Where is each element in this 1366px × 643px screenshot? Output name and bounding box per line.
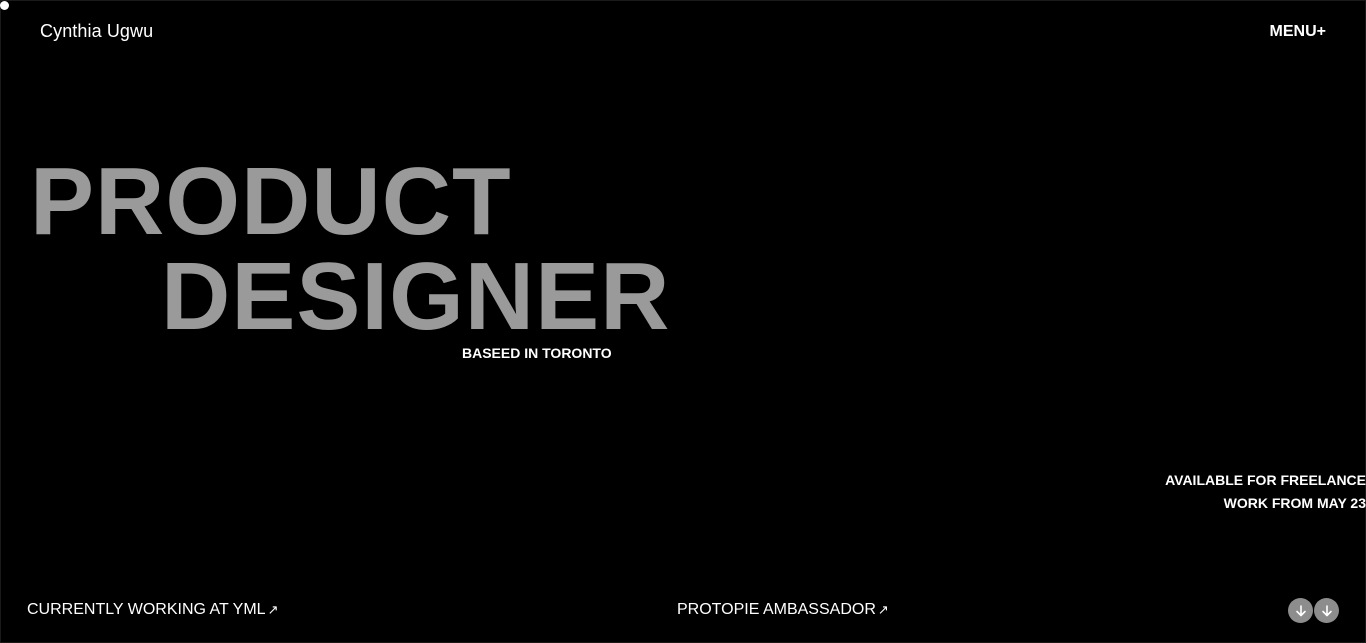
- protopie-ambassador-label: PROTOPIE AMBASSADOR: [677, 601, 876, 618]
- availability-line-2: WORK FROM MAY 23: [1223, 495, 1366, 511]
- hero-title-line-1: PRODUCT: [30, 148, 512, 255]
- availability-line-1: AVAILABLE FOR FREELANCE: [1165, 472, 1366, 488]
- arrow-up-right-icon: ↗: [877, 602, 889, 617]
- current-work-label: CURRENTLY WORKING AT YML: [27, 601, 266, 618]
- arrow-up-right-icon: ↗: [267, 602, 279, 617]
- cursor-dot: [0, 1, 9, 10]
- current-work-link[interactable]: CURRENTLY WORKING AT YML ↗: [27, 601, 278, 619]
- arrow-down-icon: [1295, 604, 1306, 616]
- location-text: BASEED IN TORONTO: [462, 345, 612, 361]
- menu-button[interactable]: MENU+: [1270, 23, 1326, 41]
- arrow-down-icon: [1321, 604, 1332, 616]
- logo-link[interactable]: Cynthia Ugwu: [40, 21, 153, 42]
- scroll-down-button[interactable]: [1288, 598, 1313, 623]
- availability-note: AVAILABLE FOR FREELANCE WORK FROM MAY 23: [1165, 469, 1366, 515]
- hero-title-line-2: DESIGNER: [161, 243, 671, 350]
- scroll-buttons: [1288, 598, 1339, 623]
- protopie-ambassador-link[interactable]: PROTOPIE AMBASSADOR ↗: [677, 601, 889, 619]
- scroll-down-button-secondary[interactable]: [1314, 598, 1339, 623]
